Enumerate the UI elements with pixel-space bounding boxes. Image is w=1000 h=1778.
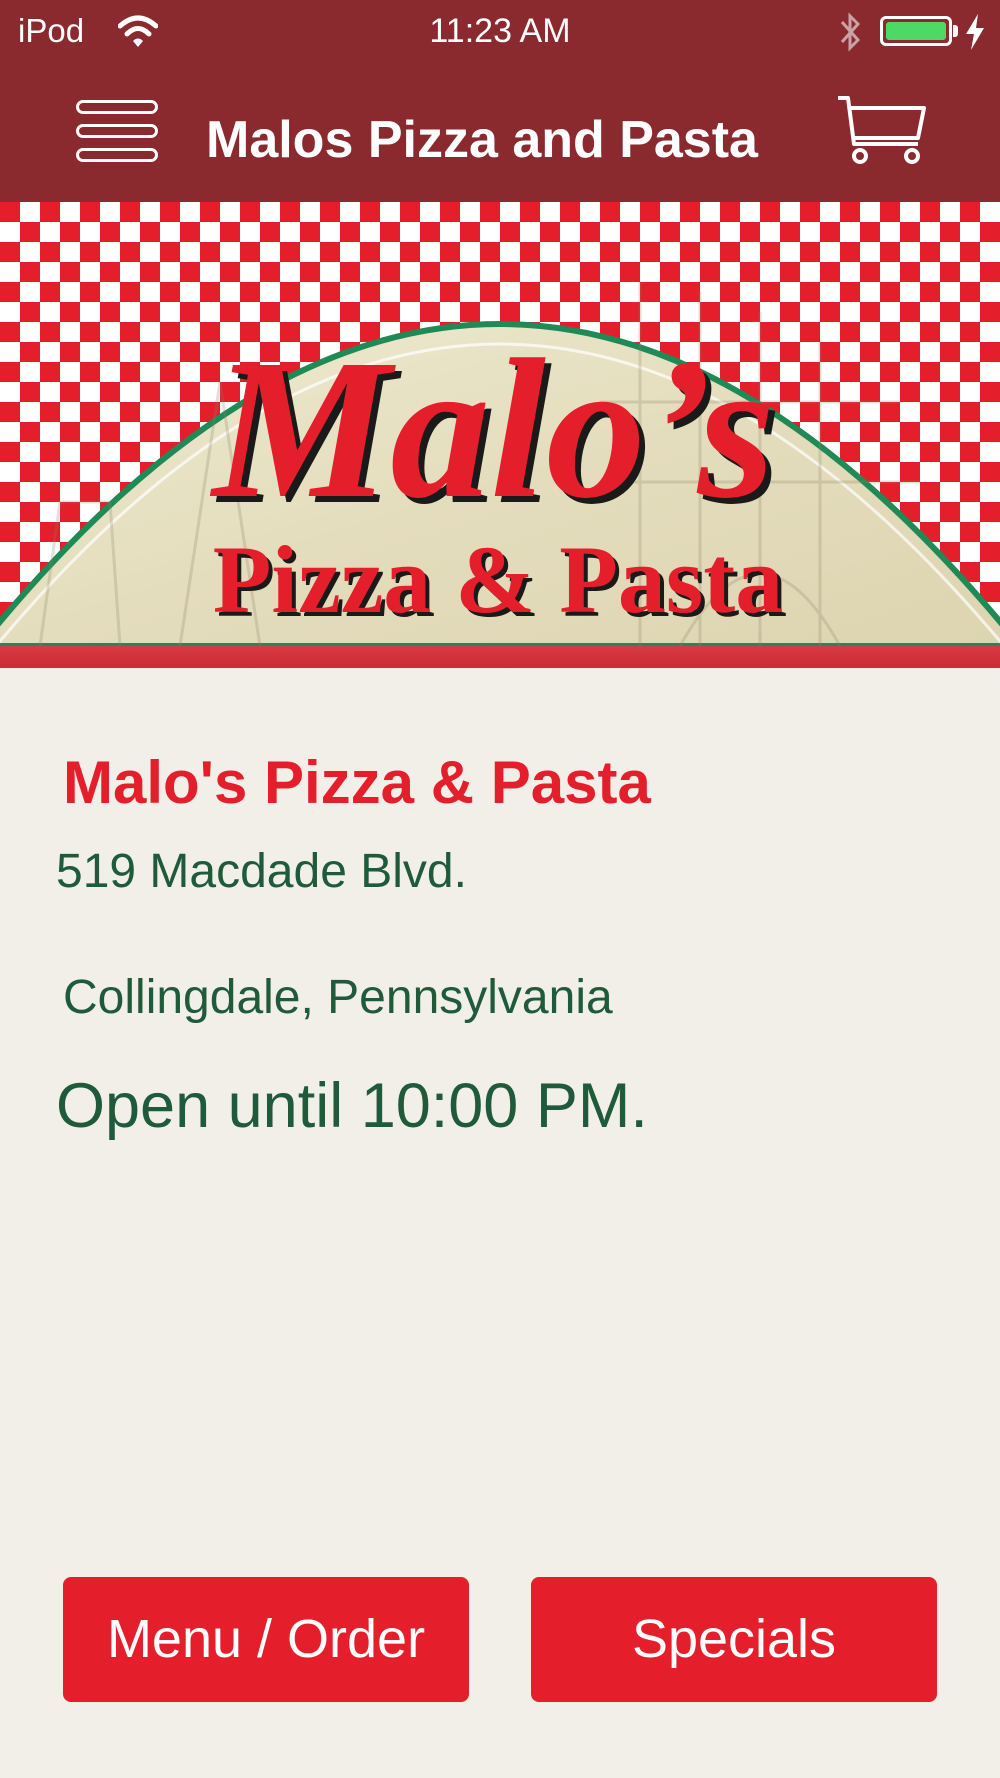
nav-title: Malos Pizza and Pasta — [206, 111, 758, 169]
battery-tip — [953, 25, 958, 37]
charging-icon — [966, 14, 984, 50]
status-bar: iPod 11:23 AM — [0, 0, 1000, 64]
restaurant-address: 519 Macdade Blvd. — [56, 845, 467, 898]
restaurant-city: Collingdale, Pennsylvania — [63, 971, 613, 1024]
banner-graphic: Malo’s Malo’s Pizza & Pasta Pizza & Past… — [0, 202, 1000, 649]
nav-bar: Malos Pizza and Pasta — [0, 64, 1000, 202]
shopping-cart-icon[interactable] — [836, 94, 928, 166]
menu-order-button[interactable]: Menu / Order — [63, 1577, 469, 1702]
specials-button[interactable]: Specials — [531, 1577, 937, 1702]
logo-script: Malo’s — [210, 319, 776, 540]
banner-bottom-strip — [0, 646, 1000, 668]
battery-icon — [880, 16, 952, 46]
battery-level — [886, 22, 946, 40]
logo-subtitle: Pizza & Pasta — [213, 526, 783, 633]
restaurant-banner: Malo’s Malo’s Pizza & Pasta Pizza & Past… — [0, 202, 1000, 668]
hamburger-menu-icon[interactable] — [76, 100, 162, 166]
bluetooth-icon — [840, 12, 861, 52]
opening-hours: Open until 10:00 PM. — [56, 1071, 648, 1141]
restaurant-name: Malo's Pizza & Pasta — [63, 749, 651, 816]
